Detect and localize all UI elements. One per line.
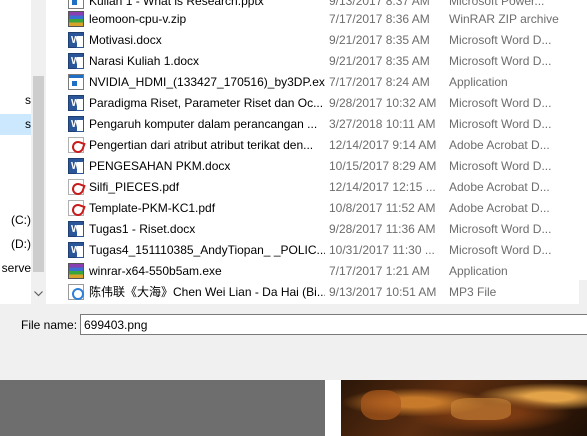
file-name: Narasi Kuliah 1.docx — [89, 54, 200, 68]
file-row[interactable]: leomoon-cpu-v.zip 7/17/2017 8:36 AM WinR… — [63, 9, 587, 30]
nav-item-server[interactable]: serve — [0, 258, 31, 279]
file-type: Application — [449, 75, 508, 89]
file-row[interactable]: winrar-x64-550b5am.exe 7/17/2017 1:21 AM… — [63, 261, 587, 282]
file-name: Tugas4_151110385_AndyTiopan_ _POLIC... — [89, 243, 325, 257]
file-date: 7/17/2017 1:21 AM — [329, 264, 430, 278]
word-icon — [68, 240, 84, 261]
nav-item-0[interactable]: s — [0, 90, 31, 111]
file-name: NVIDIA_HDMI_(133427_170516)_by3DP.exe — [89, 75, 325, 89]
file-type: Adobe Acrobat D... — [449, 180, 550, 194]
file-type: WinRAR ZIP archive — [449, 12, 559, 26]
word-icon — [68, 156, 84, 177]
word-icon — [68, 93, 84, 114]
file-name: Pengertian dari atribut atribut terikat … — [89, 138, 314, 152]
file-row[interactable]: Pengertian dari atribut atribut terikat … — [63, 135, 587, 156]
file-row[interactable]: Template-PKM-KC1.pdf 10/8/2017 11:52 AM … — [63, 198, 587, 219]
pdf-icon — [68, 200, 84, 216]
nav-item-label: (C:) — [11, 213, 31, 227]
file-type: MP3 File — [449, 285, 497, 299]
nav-item-drive-c[interactable]: (C:) — [0, 210, 31, 231]
file-name: winrar-x64-550b5am.exe — [89, 264, 222, 278]
ppt-icon — [68, 0, 84, 9]
file-name: Pengaruh komputer dalam perancangan ... — [89, 117, 318, 131]
file-type: Microsoft Word D... — [449, 243, 552, 257]
nav-item-1[interactable]: s — [0, 114, 31, 135]
filename-input[interactable] — [80, 314, 587, 335]
file-name: Paradigma Riset, Parameter Riset dan Oc.… — [89, 96, 324, 110]
file-name: 陈伟联《大海》Chen Wei Lian - Da Hai (Bi... — [89, 285, 325, 299]
file-date: 10/8/2017 11:52 AM — [329, 201, 436, 215]
file-name: Silfi_PIECES.pdf — [89, 180, 180, 194]
chevron-down-icon[interactable] — [31, 286, 46, 303]
file-date: 9/21/2017 8:35 AM — [329, 33, 430, 47]
file-list: Kuliah 1 - What is Research.pptx 9/13/20… — [63, 0, 587, 304]
navigation-pane: s s (C:) (D:) serve — [0, 0, 31, 304]
file-date: 9/21/2017 8:35 AM — [329, 54, 430, 68]
file-row[interactable]: Motivasi.docx 9/21/2017 8:35 AM Microsof… — [63, 30, 587, 51]
file-row[interactable]: Pengaruh komputer dalam perancangan ... … — [63, 114, 587, 135]
background-panel — [0, 380, 325, 436]
file-date: 10/31/2017 11:30 ... — [329, 243, 435, 257]
file-name: Template-PKM-KC1.pdf — [89, 201, 216, 215]
file-date: 12/14/2017 12:15 ... — [329, 180, 436, 194]
file-date: 3/27/2018 10:11 AM — [329, 117, 436, 131]
file-row[interactable]: PENGESAHAN PKM.docx 10/15/2017 8:29 AM M… — [63, 156, 587, 177]
file-date: 9/13/2017 10:51 AM — [329, 285, 437, 299]
exe-icon — [68, 74, 84, 90]
list-scroll-edge — [579, 280, 587, 304]
file-date: 9/28/2017 10:32 AM — [329, 96, 437, 110]
file-type: Microsoft Word D... — [449, 159, 552, 173]
filename-bar: File name: — [0, 304, 587, 380]
word-icon — [68, 51, 84, 72]
file-row[interactable]: Paradigma Riset, Parameter Riset dan Oc.… — [63, 93, 587, 114]
file-name: PENGESAHAN PKM.docx — [89, 159, 231, 173]
filename-label: File name: — [21, 318, 78, 332]
nav-scrollbar-thumb[interactable] — [33, 76, 44, 272]
background-gap — [325, 380, 341, 436]
word-icon — [68, 30, 84, 51]
word-icon — [68, 219, 84, 240]
nav-item-drive-d[interactable]: (D:) — [0, 234, 31, 255]
file-row[interactable]: Tugas4_151110385_AndyTiopan_ _POLIC... 1… — [63, 240, 587, 261]
word-icon — [68, 114, 84, 135]
file-date: 10/15/2017 8:29 AM — [329, 159, 437, 173]
file-type: Microsoft Word D... — [449, 33, 552, 47]
file-type: Microsoft Word D... — [449, 222, 552, 236]
file-row[interactable]: NVIDIA_HDMI_(133427_170516)_by3DP.exe 7/… — [63, 72, 587, 93]
file-type: Adobe Acrobat D... — [449, 138, 550, 152]
file-row[interactable]: Silfi_PIECES.pdf 12/14/2017 12:15 ... Ad… — [63, 177, 587, 198]
background-image — [341, 380, 587, 436]
nav-scrollbar[interactable] — [31, 0, 46, 304]
file-type: Microsoft Word D... — [449, 96, 552, 110]
file-type: Adobe Acrobat D... — [449, 201, 550, 215]
file-date: 7/17/2017 8:36 AM — [329, 12, 430, 26]
file-name: leomoon-cpu-v.zip — [89, 12, 187, 26]
winrar-icon — [68, 263, 84, 279]
nav-item-label: (D:) — [11, 237, 31, 251]
nav-item-label: serve — [1, 261, 31, 275]
file-date: 7/17/2017 8:24 AM — [329, 75, 430, 89]
file-type: Microsoft Word D... — [449, 117, 552, 131]
pdf-icon — [68, 179, 84, 195]
image-detail — [451, 398, 511, 420]
file-type: Application — [449, 264, 508, 278]
mp3-icon — [68, 284, 84, 300]
file-row[interactable]: Narasi Kuliah 1.docx 9/21/2017 8:35 AM M… — [63, 51, 587, 72]
file-name: Tugas1 - Riset.docx — [89, 222, 196, 236]
pdf-icon — [68, 137, 84, 153]
file-type: Microsoft Word D... — [449, 54, 552, 68]
file-name: Motivasi.docx — [89, 33, 162, 47]
file-row[interactable]: 陈伟联《大海》Chen Wei Lian - Da Hai (Bi... 9/1… — [63, 282, 587, 303]
file-date: 12/14/2017 9:14 AM — [329, 138, 437, 152]
file-row[interactable]: Tugas1 - Riset.docx 9/28/2017 11:36 AM M… — [63, 219, 587, 240]
file-date: 9/28/2017 11:36 AM — [329, 222, 436, 236]
zip-icon — [68, 11, 84, 27]
image-detail — [361, 390, 401, 420]
